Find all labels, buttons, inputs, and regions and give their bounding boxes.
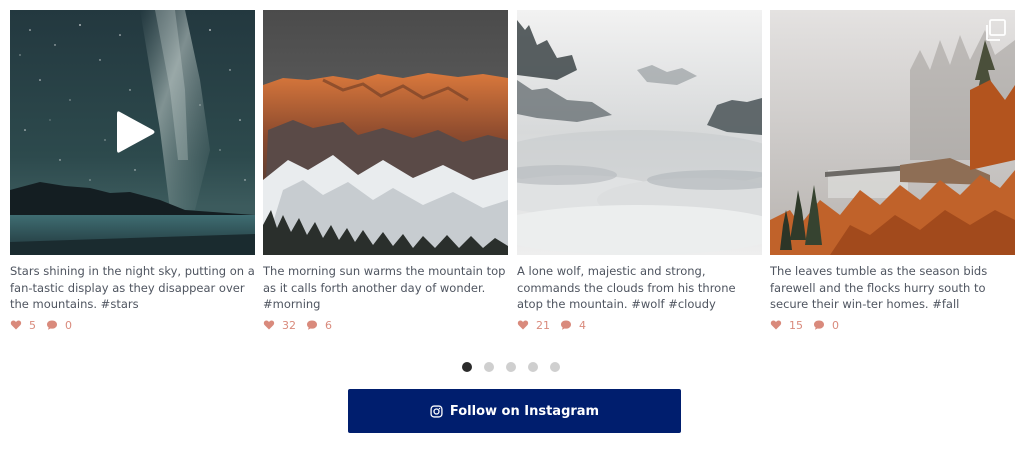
post-caption: A lone wolf, majestic and strong, comman… [517,264,736,311]
pagination-dot[interactable] [484,362,494,372]
instagram-icon [430,404,443,418]
likes-value: 15 [789,318,803,332]
feed-post: A lone wolf, majestic and strong, comman… [517,10,762,332]
mountain-image [263,10,508,255]
pagination-dot[interactable] [550,362,560,372]
likes-count[interactable]: 32 [263,319,296,332]
comments-count[interactable]: 0 [46,319,72,332]
post-media[interactable] [770,10,1015,255]
post-stats: 15 0 [770,318,1015,332]
autumn-forest-image [770,10,1015,255]
heart-icon [263,320,275,330]
gallery-icon [986,19,1006,41]
likes-count[interactable]: 15 [770,319,803,332]
comments-count[interactable]: 4 [560,319,586,332]
comment-icon [307,320,317,330]
carousel-pagination [462,362,572,372]
comment-icon [561,320,571,330]
comments-count[interactable]: 0 [813,319,839,332]
follow-on-instagram-button[interactable]: Follow on Instagram [348,389,681,433]
comments-value: 0 [65,318,72,332]
pagination-dot[interactable] [528,362,538,372]
post-caption: The leaves tumble as the season bids far… [770,264,988,311]
heart-icon [10,320,22,330]
post-caption: The morning sun warms the mountain top a… [263,264,506,311]
pagination-dot[interactable] [462,362,472,372]
heart-icon [770,320,782,330]
comments-count[interactable]: 6 [306,319,332,332]
likes-value: 21 [536,318,550,332]
comments-value: 4 [579,318,586,332]
post-stats: 21 4 [517,318,762,332]
heart-icon [517,320,529,330]
comments-value: 6 [325,318,332,332]
post-media[interactable] [10,10,255,255]
play-icon[interactable] [116,110,156,154]
post-caption: Stars shining in the night sky, putting … [10,264,255,311]
likes-count[interactable]: 21 [517,319,550,332]
comment-icon [47,320,57,330]
likes-count[interactable]: 5 [10,319,36,332]
feed-post: The morning sun warms the mountain top a… [263,10,508,332]
instagram-feed: Stars shining in the night sky, putting … [10,10,1016,332]
likes-value: 5 [29,318,36,332]
post-stats: 32 6 [263,318,508,332]
misty-clouds-image [517,10,762,255]
post-media[interactable] [263,10,508,255]
feed-post: Stars shining in the night sky, putting … [10,10,255,332]
comment-icon [814,320,824,330]
follow-button-label: Follow on Instagram [449,403,600,419]
pagination-dot[interactable] [506,362,516,372]
likes-value: 32 [282,318,296,332]
post-media[interactable] [517,10,762,255]
feed-post: The leaves tumble as the season bids far… [770,10,1015,332]
comments-value: 0 [832,318,839,332]
post-stats: 5 0 [10,318,255,332]
